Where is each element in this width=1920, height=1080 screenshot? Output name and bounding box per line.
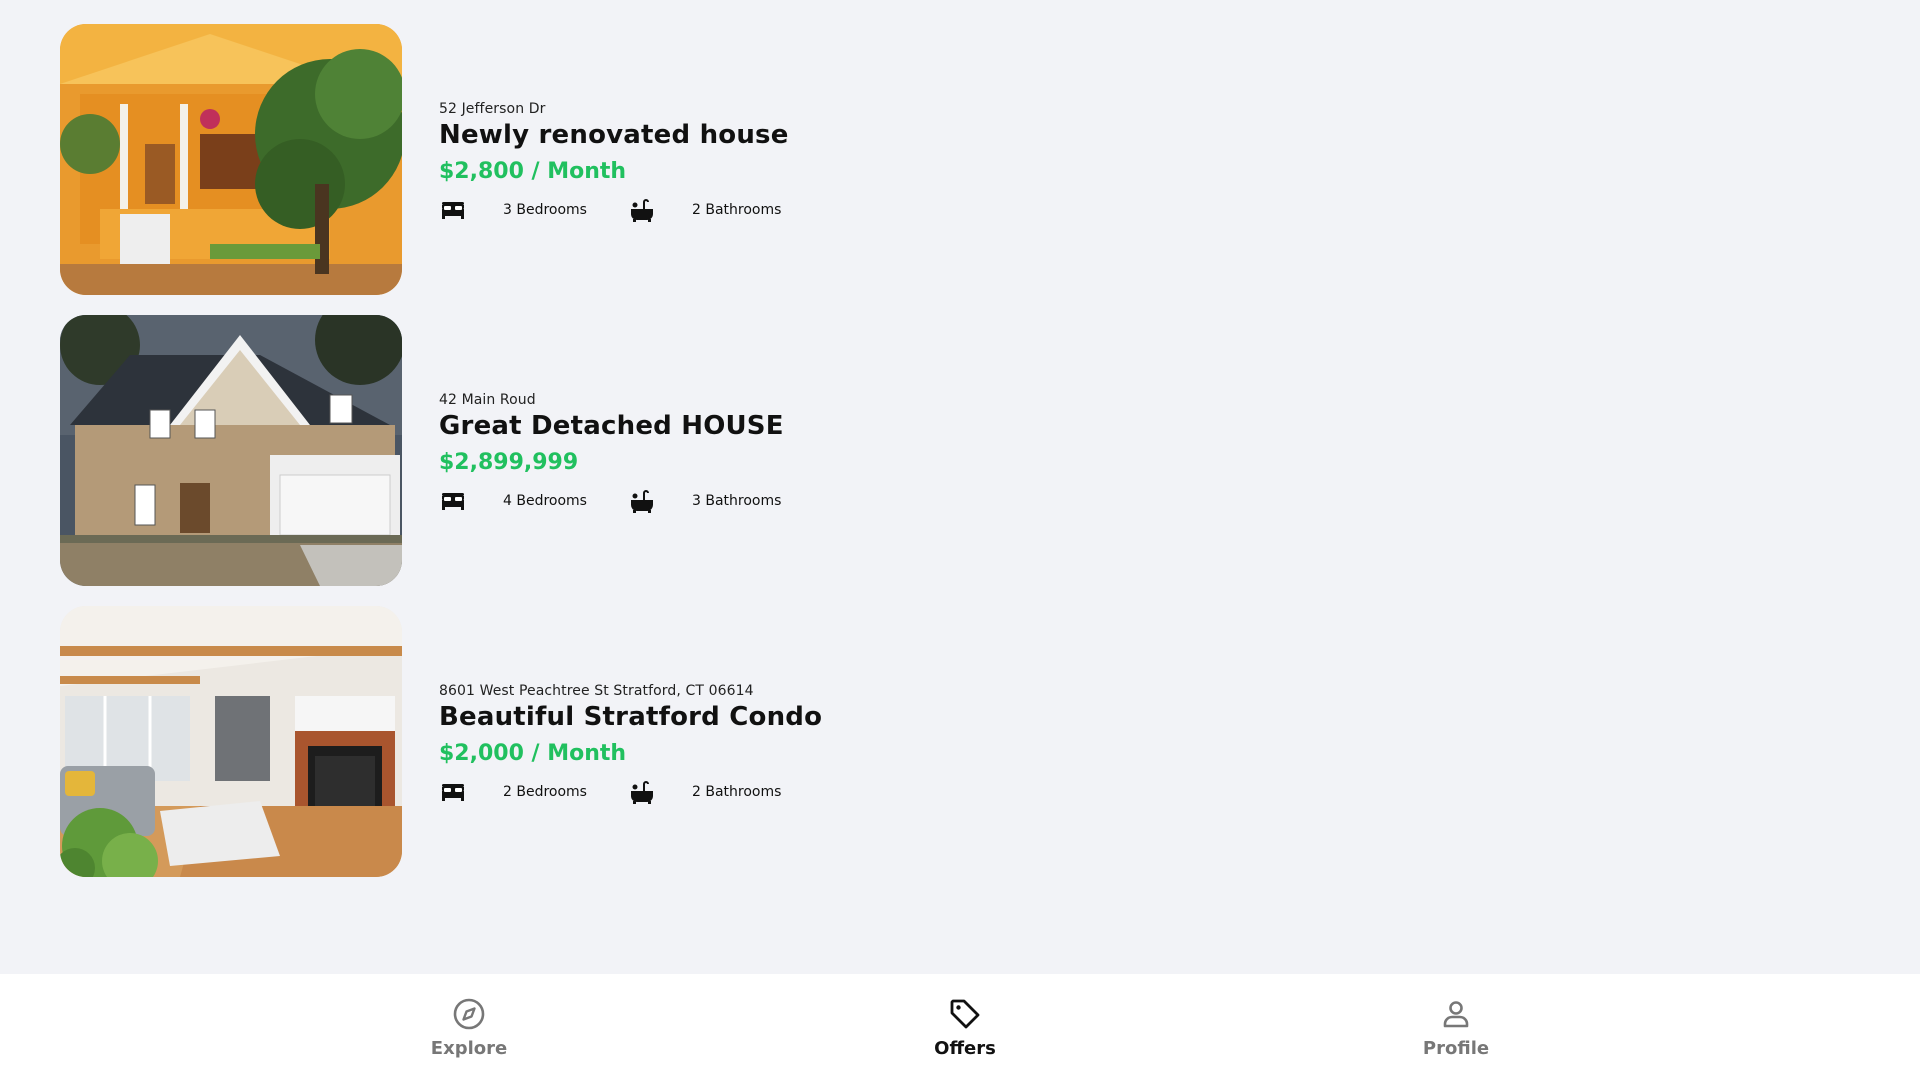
nav-explore[interactable]: Explore — [389, 996, 549, 1059]
nav-explore-label: Explore — [430, 1038, 508, 1059]
listing-card[interactable]: 42 Main Roud Great Detached HOUSE $2,899… — [60, 315, 1860, 586]
bathrooms-count: 2 Bathrooms — [692, 202, 782, 218]
listing-photo[interactable] — [60, 315, 402, 586]
nav-offers-label: Offers — [934, 1038, 996, 1059]
compass-icon — [451, 996, 487, 1032]
listing-address: 42 Main Roud — [439, 392, 536, 408]
listing-photo[interactable] — [60, 606, 402, 877]
tag-icon — [947, 996, 983, 1032]
bedrooms-count: 3 Bedrooms — [503, 202, 587, 218]
listing-features: 4 Bedrooms 3 Bathrooms — [439, 487, 784, 515]
bathtub-icon — [628, 487, 656, 515]
listing-price: $2,899,999 — [439, 450, 579, 475]
nav-profile-label: Profile — [1422, 1038, 1490, 1059]
bottom-nav: Explore Offers Profile — [0, 974, 1920, 1080]
listing-address: 52 Jefferson Dr — [439, 101, 546, 117]
listing-features: 3 Bedrooms 2 Bathrooms — [439, 196, 789, 224]
bathrooms-count: 2 Bathrooms — [692, 784, 782, 800]
nav-profile[interactable]: Profile — [1376, 996, 1536, 1059]
listing-card[interactable]: 52 Jefferson Dr Newly renovated house $2… — [60, 24, 1860, 295]
nav-offers[interactable]: Offers — [885, 996, 1045, 1059]
listing-title[interactable]: Newly renovated house — [439, 120, 789, 150]
bed-icon — [439, 196, 467, 224]
listing-title[interactable]: Great Detached HOUSE — [439, 411, 784, 441]
listing-list: 52 Jefferson Dr Newly renovated house $2… — [60, 24, 1860, 897]
bed-icon — [439, 778, 467, 806]
listing-title[interactable]: Beautiful Stratford Condo — [439, 702, 822, 732]
bedrooms-count: 2 Bedrooms — [503, 784, 587, 800]
bedrooms-count: 4 Bedrooms — [503, 493, 587, 509]
listing-address: 8601 West Peachtree St Stratford, CT 066… — [439, 683, 754, 699]
bathtub-icon — [628, 778, 656, 806]
user-icon — [1438, 996, 1474, 1032]
listing-price: $2,800 / Month — [439, 159, 627, 184]
listing-price: $2,000 / Month — [439, 741, 627, 766]
bathtub-icon — [628, 196, 656, 224]
listing-features: 2 Bedrooms 2 Bathrooms — [439, 778, 822, 806]
bed-icon — [439, 487, 467, 515]
listing-photo[interactable] — [60, 24, 402, 295]
listing-card[interactable]: 8601 West Peachtree St Stratford, CT 066… — [60, 606, 1860, 877]
bathrooms-count: 3 Bathrooms — [692, 493, 782, 509]
